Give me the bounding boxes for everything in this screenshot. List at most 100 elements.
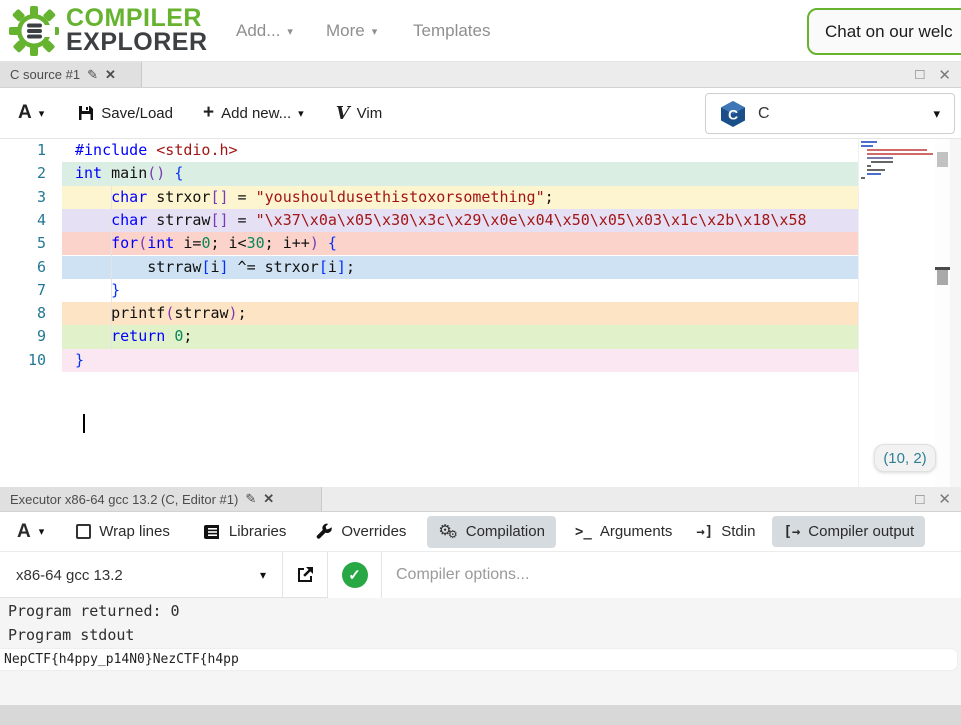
gear-logo-icon xyxy=(8,5,60,57)
minimap-code-bar xyxy=(867,149,927,151)
page-bottom-gutter xyxy=(0,705,961,725)
cursor-position-badge: (10, 2) xyxy=(874,444,936,472)
code-line[interactable]: 4 char strraw[] = "\x37\x0a\x05\x30\x3c\… xyxy=(0,209,961,232)
line-number: 1 xyxy=(0,139,46,162)
stdin-label: Stdin xyxy=(721,523,755,540)
chat-button-label: Chat on our welc xyxy=(825,22,953,42)
terminal-prompt-icon: >_ xyxy=(575,524,592,540)
font-size-button[interactable]: A ▾ xyxy=(8,94,54,132)
language-select[interactable]: C C ▾ xyxy=(705,93,955,134)
rename-pencil-icon[interactable]: ✎ xyxy=(87,67,98,83)
minimap-code-bar xyxy=(867,169,885,171)
line-number: 3 xyxy=(0,186,46,209)
overrides-label: Overrides xyxy=(341,523,406,540)
minimap[interactable] xyxy=(858,139,935,487)
floppy-disk-icon xyxy=(78,105,94,121)
close-icon[interactable]: ✕ xyxy=(263,491,274,507)
close-icon[interactable]: ✕ xyxy=(105,67,116,83)
scrollbar-thumb[interactable] xyxy=(937,270,948,285)
checkbox-icon[interactable] xyxy=(76,524,91,539)
wrap-lines-label: Wrap lines xyxy=(99,523,170,540)
compiler-explorer-logo[interactable]: COMPILER EXPLORER xyxy=(8,4,218,58)
chat-button[interactable]: Chat on our welc xyxy=(807,8,961,55)
minimap-code-bar xyxy=(871,161,893,163)
executor-pane-header: Executor x86-64 gcc 13.2 (C, Editor #1) … xyxy=(0,487,961,512)
line-number: 10 xyxy=(0,349,46,372)
stdin-button[interactable]: →] Stdin xyxy=(685,516,766,547)
libraries-button[interactable]: Libraries xyxy=(193,516,298,547)
font-size-label: A xyxy=(17,521,31,543)
language-selected-value: C xyxy=(758,105,770,123)
vim-icon: V xyxy=(336,103,350,124)
compiler-selected-value: x86-64 gcc 13.2 xyxy=(16,567,123,584)
overrides-button[interactable]: Overrides xyxy=(305,516,417,547)
code-line[interactable]: 2int main() { xyxy=(0,162,961,185)
editor-tab[interactable]: C source #1 ✎ ✕ xyxy=(0,62,142,87)
minimap-code-bar xyxy=(861,141,877,143)
minimap-code-bar xyxy=(867,157,893,159)
arguments-label: Arguments xyxy=(600,523,673,540)
nav-more-menu[interactable]: More ▾ xyxy=(326,0,377,62)
chevron-down-icon: ▾ xyxy=(298,107,304,120)
wrap-lines-toggle[interactable]: Wrap lines xyxy=(65,516,181,547)
code-line[interactable]: 3 char strxor[] = "youshouldusethistoxor… xyxy=(0,186,961,209)
compilation-label: Compilation xyxy=(466,523,545,540)
add-new-button[interactable]: + Add new... ▾ xyxy=(193,94,314,132)
code-line[interactable]: 9 return 0; xyxy=(0,325,961,348)
minimap-code-bar xyxy=(867,153,933,155)
code-line[interactable]: 7 } xyxy=(0,279,961,302)
external-link-icon xyxy=(296,566,314,584)
compiler-options-input[interactable] xyxy=(382,552,961,598)
source-editor-pane: C source #1 ✎ ✕ □ ✕ A ▾ Save/ xyxy=(0,62,961,487)
nav-templates-link[interactable]: Templates xyxy=(413,0,490,62)
stdout-text[interactable]: NepCTF{h4ppy_p14N0}NezCTF{h4pp xyxy=(0,649,957,670)
scrollbar-thumb[interactable] xyxy=(937,152,948,167)
compile-status-cell: ✓ xyxy=(328,552,382,598)
editor-tab-title: C source #1 xyxy=(10,67,80,82)
line-number: 4 xyxy=(0,209,46,232)
code-line[interactable]: 6 strraw[i] ^= strxor[i]; xyxy=(0,256,961,279)
code-line[interactable]: 8 printf(strraw); xyxy=(0,302,961,325)
line-number: 7 xyxy=(0,279,46,302)
wrench-icon xyxy=(316,523,333,540)
executor-tab[interactable]: Executor x86-64 gcc 13.2 (C, Editor #1) … xyxy=(0,487,322,511)
close-icon[interactable]: ✕ xyxy=(938,490,951,508)
font-size-button[interactable]: A ▾ xyxy=(6,514,55,550)
code-line[interactable]: 5 for(int i=0; i<30; i++) { xyxy=(0,232,961,255)
maximize-icon[interactable]: □ xyxy=(915,491,924,508)
maximize-icon[interactable]: □ xyxy=(915,66,924,83)
indent-guide xyxy=(111,186,112,349)
line-number: 5 xyxy=(0,232,46,255)
code-line[interactable]: 1#include <stdio.h> xyxy=(0,139,961,162)
top-navbar: COMPILER EXPLORER Add... ▾ More ▾ Templa… xyxy=(0,0,961,62)
minimap-code-bar xyxy=(867,173,881,175)
compilation-button[interactable]: ⚙⚙ Compilation xyxy=(427,516,556,548)
vertical-scrollbar[interactable] xyxy=(935,139,950,487)
minimap-code-bar xyxy=(861,145,873,147)
arguments-button[interactable]: >_ Arguments xyxy=(564,516,683,547)
success-check-icon: ✓ xyxy=(342,562,368,588)
executor-pane: Executor x86-64 gcc 13.2 (C, Editor #1) … xyxy=(0,487,961,705)
nav-templates-label: Templates xyxy=(413,21,490,41)
rename-pencil-icon[interactable]: ✎ xyxy=(245,491,256,507)
execution-output: Program returned: 0 Program stdout NepCT… xyxy=(0,598,961,705)
c-language-icon: C xyxy=(720,100,746,128)
save-load-button[interactable]: Save/Load xyxy=(68,97,183,130)
program-stdout-heading: Program stdout xyxy=(0,622,961,646)
chevron-down-icon: ▾ xyxy=(933,106,940,122)
vim-toggle-button[interactable]: V Vim xyxy=(326,95,393,132)
close-icon[interactable]: ✕ xyxy=(938,66,951,84)
bracket-arrow-out-icon: [→ xyxy=(783,524,800,540)
open-compiler-popout-button[interactable] xyxy=(283,552,328,598)
program-returned-line: Program returned: 0 xyxy=(0,598,961,622)
nav-add-menu[interactable]: Add... ▾ xyxy=(236,0,293,62)
code-editor[interactable]: 1#include <stdio.h>2int main() {3 char s… xyxy=(0,139,961,487)
editor-toolbar: A ▾ Save/Load + Add new... ▾ V Vim xyxy=(0,88,961,139)
code-line[interactable]: 10} xyxy=(0,349,961,372)
logo-line2: EXPLORER xyxy=(66,31,208,55)
chevron-down-icon: ▾ xyxy=(372,25,378,38)
compiler-select[interactable]: x86-64 gcc 13.2 ▾ xyxy=(0,552,283,598)
plus-icon: + xyxy=(203,102,214,124)
compiler-output-button[interactable]: [→ Compiler output xyxy=(772,516,925,547)
vim-label: Vim xyxy=(357,105,383,122)
